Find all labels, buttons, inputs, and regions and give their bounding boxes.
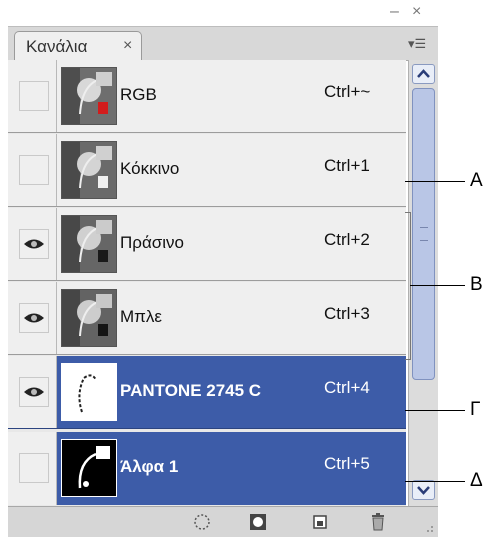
- scroll-up-button[interactable]: [412, 64, 435, 84]
- channel-row-pantone[interactable]: PANTONE 2745 C Ctrl+4: [8, 356, 406, 429]
- channel-shortcut: Ctrl+1: [324, 156, 370, 175]
- channel-thumbnail: [61, 439, 117, 497]
- callout-bracket-b: [405, 212, 411, 360]
- callout-line-a: [405, 181, 465, 182]
- channel-shortcut: Ctrl+~: [324, 82, 371, 101]
- chevron-up-icon: [417, 69, 430, 78]
- channel-shortcut: Ctrl+5: [324, 454, 370, 473]
- channel-thumbnail: [61, 141, 117, 199]
- load-selection-icon[interactable]: [192, 512, 212, 532]
- callout-a: A: [470, 170, 483, 191]
- channel-thumbnail: [61, 67, 117, 125]
- visibility-cell: [8, 356, 57, 428]
- callout-line-g: [405, 410, 465, 411]
- scroll-down-button[interactable]: [412, 480, 435, 500]
- eye-icon: [24, 239, 44, 249]
- channel-thumbnail: [61, 289, 117, 347]
- visibility-cell: [8, 432, 57, 505]
- scroll-thumb[interactable]: [412, 88, 435, 380]
- visibility-cell: [8, 134, 57, 206]
- visibility-cell: [8, 282, 57, 354]
- tab-channels[interactable]: Κανάλια ×: [14, 31, 142, 60]
- delete-icon[interactable]: [368, 512, 388, 532]
- channel-row-blue[interactable]: Μπλε Ctrl+3: [8, 282, 406, 355]
- visibility-toggle[interactable]: [19, 453, 49, 483]
- channel-name: PANTONE 2745 C: [120, 381, 262, 400]
- minimize-icon[interactable]: –: [390, 4, 399, 20]
- channel-row-rgb[interactable]: RGB Ctrl+~: [8, 60, 406, 133]
- channel-name: Πράσινο: [120, 233, 184, 252]
- tab-close-icon[interactable]: ×: [123, 37, 132, 55]
- scroll-grip: [420, 227, 428, 241]
- channel-row-green[interactable]: Πράσινο Ctrl+2: [8, 208, 406, 281]
- channel-shortcut: Ctrl+2: [324, 230, 370, 249]
- channel-name: RGB: [120, 85, 157, 104]
- visibility-toggle[interactable]: [19, 229, 49, 259]
- new-channel-icon[interactable]: [310, 512, 330, 532]
- channel-name: Άλφα 1: [120, 457, 179, 476]
- callout-line-d: [405, 481, 465, 482]
- close-icon[interactable]: ×: [412, 4, 421, 20]
- callout-b: B: [470, 274, 483, 295]
- visibility-toggle[interactable]: [19, 81, 49, 111]
- channels-panel: – × Κανάλια × ▾☰ RGB Ctrl+~ Κόκκινο Ctrl…: [8, 0, 438, 537]
- visibility-toggle[interactable]: [19, 377, 49, 407]
- channel-thumbnail: [61, 215, 117, 273]
- channel-list: RGB Ctrl+~ Κόκκινο Ctrl+1 Πράσινο Ctrl+2…: [8, 60, 406, 506]
- channel-shortcut: Ctrl+3: [324, 304, 370, 323]
- resize-grip-icon[interactable]: [422, 521, 434, 533]
- visibility-toggle[interactable]: [19, 303, 49, 333]
- panel-menu-icon[interactable]: ▾☰: [408, 36, 434, 52]
- callout-g: Γ: [470, 399, 481, 420]
- channel-thumbnail: [61, 363, 117, 421]
- visibility-toggle[interactable]: [19, 155, 49, 185]
- channel-shortcut: Ctrl+4: [324, 378, 370, 397]
- channel-row-alpha[interactable]: Άλφα 1 Ctrl+5: [8, 432, 406, 505]
- callout-d: Δ: [470, 470, 483, 491]
- vertical-scrollbar[interactable]: [408, 60, 438, 506]
- panel-footer: [8, 506, 438, 537]
- channel-name: Μπλε: [120, 307, 162, 326]
- eye-icon: [24, 387, 44, 397]
- eye-icon: [24, 313, 44, 323]
- tab-label: Κανάλια: [26, 37, 88, 56]
- channel-name: Κόκκινο: [120, 159, 180, 178]
- callout-line-b: [410, 285, 465, 286]
- visibility-cell: [8, 60, 57, 132]
- tab-bar: Κανάλια × ▾☰: [8, 26, 438, 61]
- channel-row-red[interactable]: Κόκκινο Ctrl+1: [8, 134, 406, 207]
- visibility-cell: [8, 208, 57, 280]
- save-selection-icon[interactable]: [248, 512, 268, 532]
- chevron-down-icon: [417, 486, 430, 495]
